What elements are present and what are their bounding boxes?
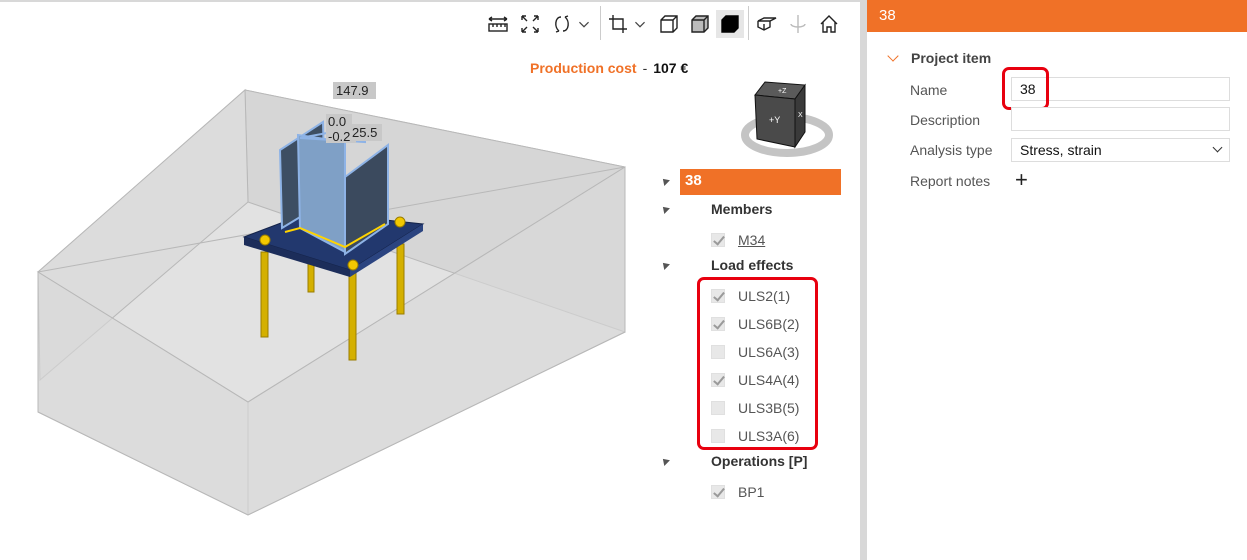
tree-item-bp1[interactable]: BP1 <box>711 482 764 502</box>
cost-value: 107 € <box>653 60 689 76</box>
cube-side-label: X <box>798 112 803 119</box>
dim-label: 25.5 <box>352 125 377 140</box>
rotate-axis-icon <box>784 10 812 38</box>
cube-top-label: +Z <box>778 88 787 95</box>
checkbox[interactable] <box>711 485 725 499</box>
3d-viewport[interactable]: 147.9 0.0 -0.2 25.5 Production cost -107 … <box>0 2 860 560</box>
toolbar-divider <box>600 6 601 40</box>
tree-item-m34[interactable]: M34 <box>711 230 765 250</box>
tree-root[interactable]: 38 <box>680 169 841 195</box>
properties-panel: 38 Project item Name 38 Description Anal… <box>867 0 1247 560</box>
crop-icon[interactable] <box>604 10 632 38</box>
rotate-dropdown-chevron-icon[interactable] <box>574 10 594 38</box>
production-cost: Production cost -107 € <box>530 60 688 76</box>
highlight-box <box>1002 67 1049 110</box>
name-label: Name <box>910 82 948 98</box>
description-field[interactable] <box>1011 107 1230 131</box>
crop-dropdown-chevron-icon[interactable] <box>630 10 650 38</box>
rotate-icon[interactable] <box>548 10 576 38</box>
view-cube[interactable]: +Z +Y X <box>735 77 845 167</box>
cube-front-label: +Y <box>769 115 780 125</box>
wireframe-icon[interactable] <box>655 10 683 38</box>
group-load-effects[interactable]: Load effects <box>711 257 793 273</box>
highlight-box <box>697 277 818 450</box>
add-note-button[interactable]: + <box>1015 169 1028 191</box>
panel-splitter[interactable] <box>860 0 867 560</box>
section-icon[interactable] <box>753 10 781 38</box>
chevron-down-icon[interactable] <box>887 50 899 62</box>
analysis-type-label: Analysis type <box>910 142 993 158</box>
section-project-item[interactable]: Project item <box>887 50 992 66</box>
measure-icon[interactable] <box>484 10 512 38</box>
fit-view-icon[interactable] <box>516 10 544 38</box>
panel-header: 38 <box>867 0 1247 32</box>
dim-label: 147.9 <box>336 83 369 98</box>
group-operations[interactable]: Operations [P] <box>711 453 807 469</box>
dim-label: 0.0 <box>328 114 346 129</box>
report-notes-label: Report notes <box>910 173 991 189</box>
analysis-type-select[interactable]: Stress, strain <box>1011 138 1230 162</box>
toolbar-divider <box>748 6 749 40</box>
home-icon[interactable] <box>815 10 843 38</box>
item-label: BP1 <box>738 484 765 500</box>
cost-separator: - <box>642 60 648 76</box>
item-label[interactable]: M34 <box>738 232 765 248</box>
section-title: Project item <box>911 50 992 66</box>
description-label: Description <box>910 112 981 128</box>
group-members[interactable]: Members <box>711 201 772 217</box>
dim-label: -0.2 <box>328 129 350 144</box>
transparent-icon[interactable] <box>686 10 714 38</box>
solid-icon[interactable] <box>716 10 744 38</box>
cost-label: Production cost <box>530 60 637 76</box>
checkbox[interactable] <box>711 233 725 247</box>
